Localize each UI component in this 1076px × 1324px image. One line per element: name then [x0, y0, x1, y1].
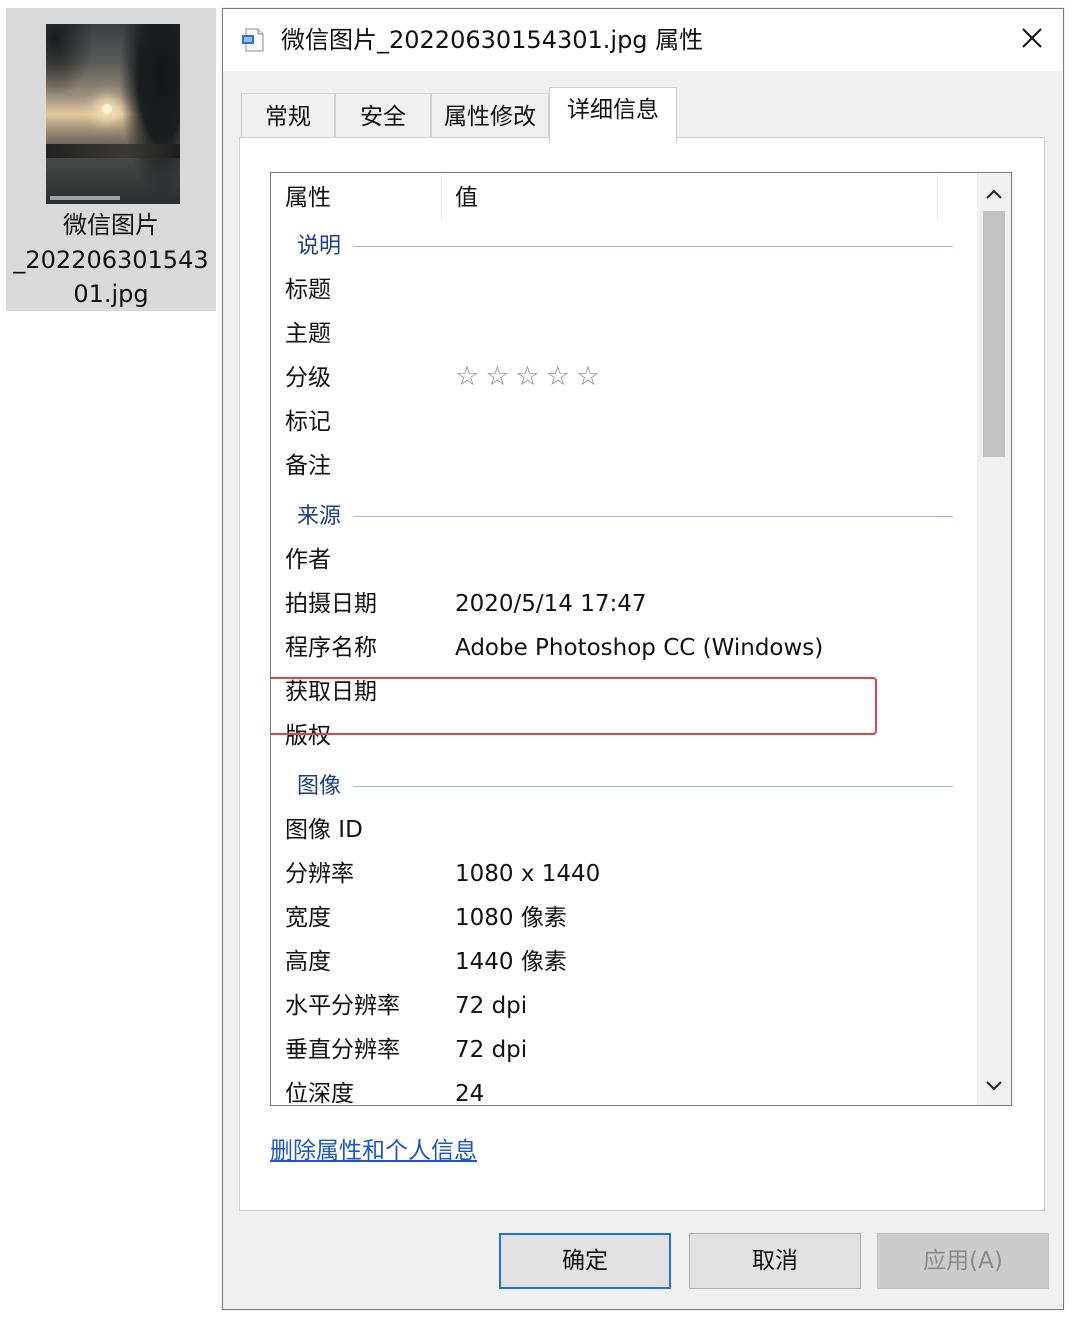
property-row[interactable]: 位深度 24: [271, 1073, 977, 1106]
vertical-scrollbar[interactable]: [977, 173, 1011, 1105]
property-key: 宽度: [285, 905, 331, 931]
property-key: 拍摄日期: [285, 591, 377, 617]
property-row[interactable]: 获取日期: [271, 671, 977, 715]
property-row[interactable]: 拍摄日期 2020/5/14 17:47: [271, 583, 977, 627]
image-file-icon: [241, 27, 267, 53]
property-row[interactable]: 垂直分辨率 72 dpi: [271, 1029, 977, 1073]
tab-general[interactable]: 常规: [241, 93, 335, 141]
list-header: 属性 值: [271, 173, 977, 225]
property-key: 标题: [285, 277, 331, 303]
scrollbar-thumb[interactable]: [983, 211, 1005, 457]
property-key: 标记: [285, 409, 331, 435]
group-image: 图像: [271, 765, 977, 809]
file-name-label: 微信图片 _202206301543 01.jpg: [6, 208, 216, 312]
tab-details[interactable]: 详细信息: [549, 87, 677, 143]
desktop-file-item[interactable]: 微信图片 _202206301543 01.jpg: [6, 8, 216, 311]
ok-button[interactable]: 确定: [499, 1233, 671, 1289]
property-key: 获取日期: [285, 679, 377, 705]
property-value: 72 dpi: [455, 1037, 528, 1063]
property-row[interactable]: 标记: [271, 401, 977, 445]
remove-properties-link[interactable]: 删除属性和个人信息: [270, 1134, 477, 1168]
property-key: 程序名称: [285, 635, 377, 661]
property-key: 主题: [285, 321, 331, 347]
dialog-title: 微信图片_20220630154301.jpg 属性: [281, 26, 704, 54]
close-icon: [1021, 27, 1043, 53]
property-row[interactable]: 宽度 1080 像素: [271, 897, 977, 941]
apply-button[interactable]: 应用(A): [877, 1233, 1049, 1289]
property-key: 分级: [285, 365, 331, 391]
close-button[interactable]: [1009, 17, 1055, 63]
property-row[interactable]: 图像 ID: [271, 809, 977, 853]
property-row[interactable]: 主题: [271, 313, 977, 357]
property-row[interactable]: 高度 1440 像素: [271, 941, 977, 985]
property-key: 图像 ID: [285, 817, 363, 843]
property-row[interactable]: 作者: [271, 539, 977, 583]
title-bar: 微信图片_20220630154301.jpg 属性: [223, 9, 1063, 71]
property-key: 作者: [285, 547, 331, 573]
property-value: 1080 x 1440: [455, 861, 601, 887]
property-key: 垂直分辨率: [285, 1037, 400, 1063]
scroll-down-button[interactable]: [977, 1067, 1011, 1103]
property-value: 2020/5/14 17:47: [455, 591, 647, 617]
property-key: 分辨率: [285, 861, 354, 887]
property-key: 备注: [285, 453, 331, 479]
scroll-up-button[interactable]: [977, 175, 1011, 211]
property-key: 位深度: [285, 1081, 354, 1106]
file-name-line: 微信图片: [63, 211, 159, 239]
chevron-up-icon: [986, 184, 1002, 203]
properties-dialog: 微信图片_20220630154301.jpg 属性 常规 安全 属性修改 详细…: [222, 8, 1064, 1310]
property-rows: 说明 标题 主题 分级 ☆☆☆☆☆ 标记 备注 来源 作者 拍摄日期 2020/…: [271, 225, 977, 1106]
cancel-button[interactable]: 取消: [689, 1233, 861, 1289]
column-header-value[interactable]: 值: [455, 181, 478, 215]
image-thumbnail: [46, 24, 180, 204]
group-label: 来源: [297, 501, 352, 533]
property-row[interactable]: 水平分辨率 72 dpi: [271, 985, 977, 1029]
property-row[interactable]: 分级 ☆☆☆☆☆: [271, 357, 977, 401]
property-list[interactable]: 属性 值 说明 标题 主题 分级 ☆☆☆☆☆ 标记 备注 来源 作者 拍摄日期 …: [270, 172, 1012, 1106]
property-row[interactable]: 版权: [271, 715, 977, 759]
property-key: 版权: [285, 723, 331, 749]
property-value: 72 dpi: [455, 993, 528, 1019]
details-panel: 属性 值 说明 标题 主题 分级 ☆☆☆☆☆ 标记 备注 来源 作者 拍摄日期 …: [239, 137, 1045, 1211]
rating-stars[interactable]: ☆☆☆☆☆: [455, 359, 606, 395]
property-value: Adobe Photoshop CC (Windows): [455, 635, 824, 661]
property-value: 24: [455, 1081, 485, 1106]
group-description: 说明: [271, 225, 977, 269]
property-key: 水平分辨率: [285, 993, 400, 1019]
file-name-line: 01.jpg: [73, 280, 149, 308]
property-row-program-name[interactable]: 程序名称 Adobe Photoshop CC (Windows): [271, 627, 977, 671]
property-row[interactable]: 分辨率 1080 x 1440: [271, 853, 977, 897]
property-value: 1080 像素: [455, 905, 567, 931]
property-value: 1440 像素: [455, 949, 567, 975]
property-key: 高度: [285, 949, 331, 975]
group-label: 说明: [297, 231, 352, 263]
property-row[interactable]: 标题: [271, 269, 977, 313]
tab-security[interactable]: 安全: [335, 93, 431, 141]
chevron-down-icon: [986, 1076, 1002, 1095]
group-source: 来源: [271, 495, 977, 539]
file-name-line: _202206301543: [13, 245, 209, 274]
property-row[interactable]: 备注: [271, 445, 977, 489]
group-label: 图像: [297, 771, 352, 803]
column-header-property[interactable]: 属性: [285, 181, 331, 215]
tab-property-modify[interactable]: 属性修改: [431, 93, 549, 141]
